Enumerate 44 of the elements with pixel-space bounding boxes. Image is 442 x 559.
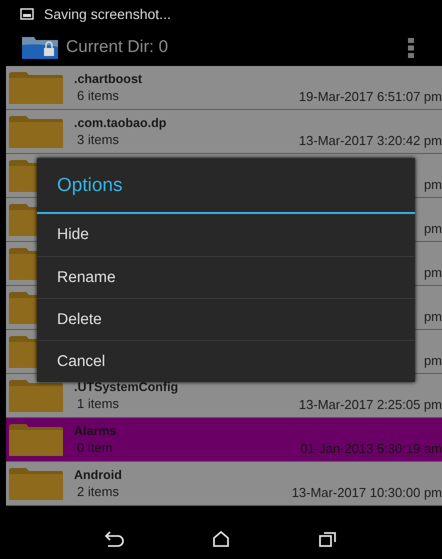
folder-icon: [8, 70, 64, 104]
modified-date: 01-Jan-2013 5:30:19 am: [300, 441, 442, 456]
folder-icon: [8, 246, 37, 280]
item-count: 3 items: [76, 132, 119, 147]
screenshot-icon: [20, 8, 34, 20]
folder-name: Android: [74, 468, 122, 482]
notification-text: Saving screenshot...: [44, 6, 171, 22]
item-count: 6 items: [76, 88, 119, 103]
folder-icon: [8, 422, 64, 456]
folder-icon: [8, 158, 37, 192]
modified-date: pm: [424, 265, 442, 280]
item-count: 0 item: [76, 440, 112, 455]
modified-date: 13-Mar-2017 3:20:42 pm: [298, 133, 442, 148]
modified-date: pm: [424, 309, 442, 324]
folder-name: .chartboost: [74, 72, 142, 86]
menu-item[interactable]: Delete: [37, 298, 415, 340]
file-row[interactable]: .com.taobao.dp 3 items 13-Mar-2017 3:20:42 pm: [6, 110, 442, 154]
modified-date: pm: [424, 353, 442, 368]
modified-date: 13-Mar-2017 10:30:00 pm: [292, 485, 442, 500]
item-count: 2 items: [76, 484, 119, 499]
folder-icon: [8, 466, 64, 500]
modified-date: pm: [424, 221, 442, 236]
modified-date: 19-Mar-2017 6:51:07 pm: [298, 89, 442, 104]
folder-icon: [8, 334, 37, 368]
back-icon[interactable]: [102, 530, 125, 546]
folder-icon: [8, 378, 64, 412]
folder-icon: [8, 202, 37, 236]
folder-name: .com.taobao.dp: [74, 116, 166, 130]
folder-icon: [8, 114, 64, 148]
dialog-title: Options: [37, 158, 415, 214]
menu-item[interactable]: Hide: [37, 214, 415, 256]
file-row[interactable]: Android 2 items 13-Mar-2017 10:30:00 pm: [6, 462, 442, 506]
item-count: 1 items: [76, 396, 119, 411]
modified-date: 13-Mar-2017 2:25:05 pm: [298, 397, 442, 412]
overflow-menu-icon[interactable]: [407, 38, 415, 58]
menu-item[interactable]: Cancel: [37, 340, 415, 382]
folder-name: Alarms: [74, 424, 116, 438]
folder-icon: [8, 290, 37, 324]
folder-name: .UTSystemConfig: [74, 380, 178, 394]
modified-date: pm: [424, 177, 442, 192]
current-dir-title: Current Dir: 0: [66, 37, 168, 57]
folder-lock-icon: [22, 35, 58, 59]
file-row[interactable]: .chartboost 6 items 19-Mar-2017 6:51:07 pm: [6, 66, 442, 110]
menu-item[interactable]: Rename: [37, 256, 415, 298]
